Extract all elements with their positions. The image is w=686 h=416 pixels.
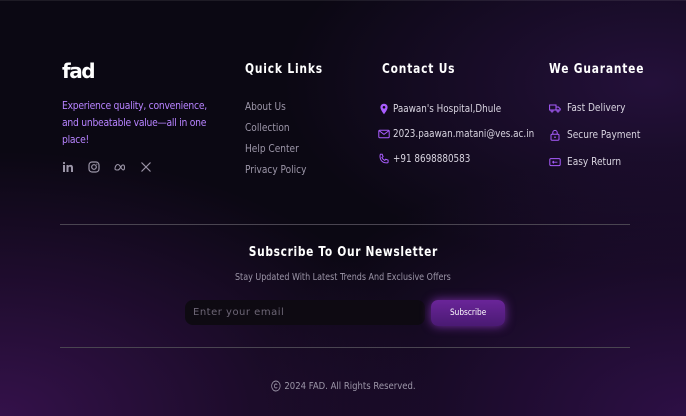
fad-logo[interactable]: fad <box>62 60 96 82</box>
list-item: Collection <box>245 115 365 136</box>
guarantee-heading: We Guarantee <box>549 62 645 77</box>
quick-links-list: About Us Collection Help Center Privacy … <box>245 94 365 178</box>
list-item: Help Center <box>245 136 365 157</box>
svg-text:fad: fad <box>62 60 94 82</box>
newsletter-title-text: Subscribe To Our Newsletter <box>248 245 438 260</box>
social-links <box>62 161 212 173</box>
subscribe-button-label: Subscribe <box>449 308 487 318</box>
instagram-icon[interactable] <box>88 161 100 173</box>
mail-icon <box>378 129 390 138</box>
divider <box>60 347 630 348</box>
contact-address: Paawan's Hospital,Dhule <box>378 96 538 121</box>
contact-phone[interactable]: +91 8698880583 <box>378 146 538 171</box>
return-icon <box>549 157 561 166</box>
copyright-inner: 2024 FAD. All Rights Reserved. <box>271 380 416 392</box>
email-text[interactable]: 2023.paawan.matani@ves.ac.in <box>393 127 534 140</box>
meta-icon[interactable] <box>114 161 126 173</box>
guarantee-column: We Guarantee Fast Delivery Secure Paymen… <box>549 60 669 175</box>
newsletter-subtitle-text: Stay Updated With Latest Trends And Excl… <box>235 272 451 283</box>
fast-delivery-label: Fast Delivery <box>567 101 626 114</box>
quick-links-column: Quick Links About Us Collection Help Cen… <box>245 60 365 178</box>
brand-column: fad Experience quality, convenience, and… <box>62 60 212 173</box>
address-text: Paawan's Hospital,Dhule <box>393 102 502 115</box>
quick-links-heading: Quick Links <box>245 62 323 77</box>
brand-tagline: Experience quality, convenience, and unb… <box>62 100 207 146</box>
email-input[interactable] <box>185 300 425 325</box>
list-item: Secure Payment <box>549 121 669 148</box>
phone-icon <box>379 153 389 163</box>
newsletter-title: Subscribe To Our Newsletter <box>0 245 686 260</box>
secure-payment-label: Secure Payment <box>567 128 641 141</box>
phone-text[interactable]: +91 8698880583 <box>393 152 470 165</box>
lock-icon <box>550 129 560 141</box>
copyright: 2024 FAD. All Rights Reserved. <box>0 380 686 395</box>
about-us-link[interactable]: About Us <box>245 96 286 117</box>
copyright-text: 2024 FAD. All Rights Reserved. <box>284 380 416 392</box>
list-item: Fast Delivery <box>549 94 669 121</box>
truck-icon <box>549 104 561 112</box>
linkedin-icon[interactable] <box>62 161 74 173</box>
location-pin-icon <box>380 103 388 114</box>
x-icon[interactable] <box>140 161 152 173</box>
list-item: About Us <box>245 94 365 115</box>
copyright-icon <box>271 380 281 392</box>
list-item: Easy Return <box>549 148 669 175</box>
subscribe-button[interactable]: Subscribe <box>431 300 505 326</box>
list-item: Privacy Policy <box>245 157 365 178</box>
privacy-policy-link[interactable]: Privacy Policy <box>245 159 306 180</box>
contact-column: Contact Us Paawan's Hospital,Dhule 2023.… <box>378 60 538 171</box>
divider <box>60 224 630 225</box>
guarantee-list: Fast Delivery Secure Payment Easy Return <box>549 94 669 175</box>
collection-link[interactable]: Collection <box>245 117 290 138</box>
top-border <box>0 0 686 1</box>
contact-heading: Contact Us <box>382 62 456 77</box>
easy-return-label: Easy Return <box>567 155 622 168</box>
contact-email[interactable]: 2023.paawan.matani@ves.ac.in <box>378 121 538 146</box>
newsletter-subtitle: Stay Updated With Latest Trends And Excl… <box>0 272 686 283</box>
contact-list: Paawan's Hospital,Dhule 2023.paawan.mata… <box>378 96 538 171</box>
help-center-link[interactable]: Help Center <box>245 138 299 159</box>
